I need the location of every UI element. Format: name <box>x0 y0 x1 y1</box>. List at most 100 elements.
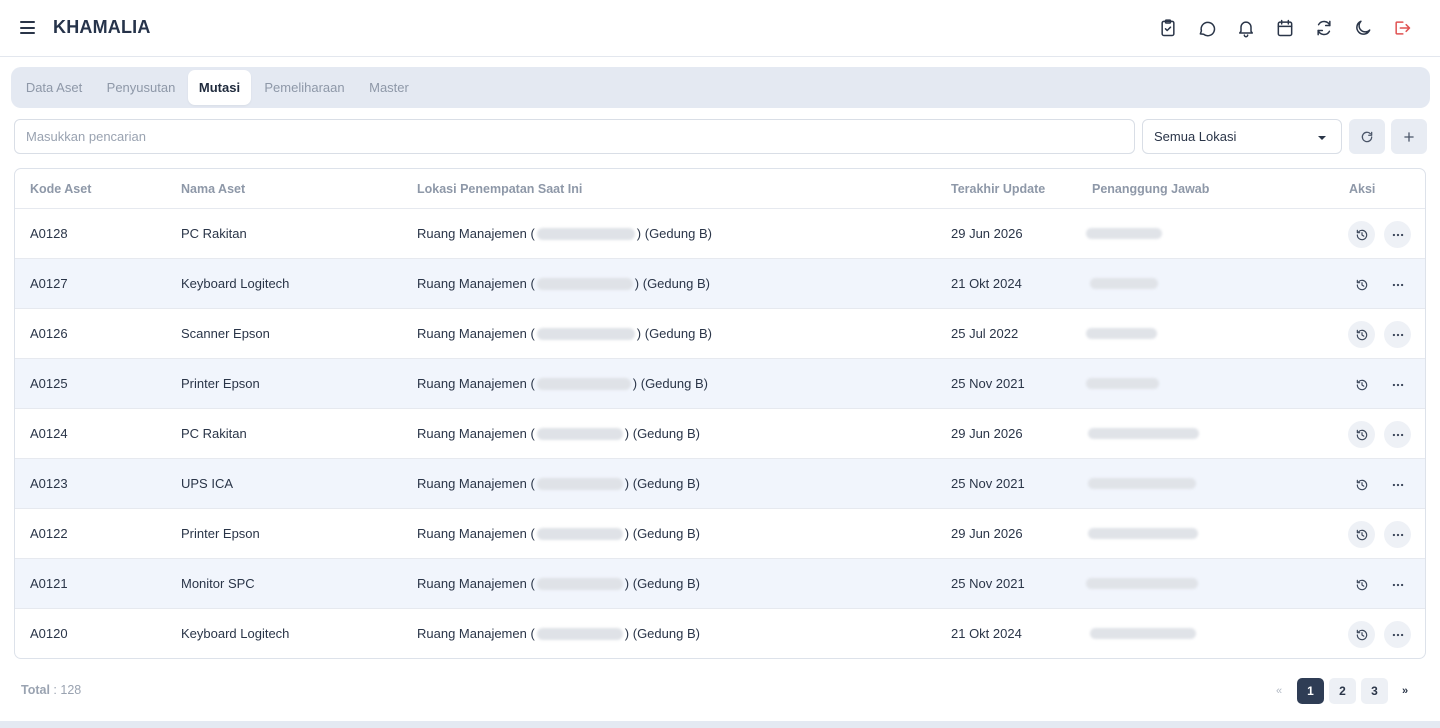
moon-icon[interactable] <box>1353 16 1373 40</box>
header-aksi: Aksi <box>1349 182 1376 196</box>
lokasi-prefix: Ruang Manajemen ( <box>417 426 535 441</box>
more-actions-button[interactable] <box>1384 221 1411 248</box>
header-nama-aset[interactable]: Nama Aset <box>181 182 245 196</box>
total-value: : 128 <box>53 683 82 697</box>
lokasi-prefix: Ruang Manajemen ( <box>417 276 535 291</box>
history-button[interactable] <box>1348 321 1375 348</box>
more-horizontal-icon <box>1391 628 1405 642</box>
refresh-icon[interactable] <box>1314 16 1334 40</box>
tab-pemeliharaan[interactable]: Pemeliharaan <box>254 70 355 105</box>
pagination-page-1[interactable]: 1 <box>1297 678 1324 704</box>
more-actions-button[interactable] <box>1384 371 1411 398</box>
more-horizontal-icon <box>1391 378 1405 392</box>
pagination-prev[interactable]: « <box>1269 678 1289 704</box>
add-button[interactable] <box>1391 119 1427 154</box>
history-button[interactable] <box>1348 471 1375 498</box>
header-terakhir-update[interactable]: Terakhir Update <box>951 182 1045 196</box>
history-button[interactable] <box>1348 371 1375 398</box>
redacted-penanggung-jawab <box>1088 528 1198 539</box>
cell-lokasi: Ruang Manajemen () (Gedung B) <box>417 476 700 491</box>
location-select-value: Semua Lokasi <box>1154 129 1237 144</box>
history-button[interactable] <box>1348 421 1375 448</box>
pagination-page-2[interactable]: 2 <box>1329 678 1356 704</box>
tab-mutasi[interactable]: Mutasi <box>188 70 251 105</box>
chat-bubble-icon[interactable] <box>1197 16 1217 40</box>
table-row[interactable]: A0128 PC Rakitan Ruang Manajemen () (Gedun… <box>15 209 1425 259</box>
history-button[interactable] <box>1348 621 1375 648</box>
cell-kode-aset: A0122 <box>30 526 68 541</box>
more-horizontal-icon <box>1391 578 1405 592</box>
logout-icon[interactable] <box>1392 16 1412 40</box>
redacted-penanggung-jawab <box>1086 228 1162 239</box>
redacted-text <box>536 327 635 340</box>
lokasi-suffix: ) (Gedung B) <box>624 426 700 441</box>
cell-nama-aset: PC Rakitan <box>181 426 247 441</box>
more-horizontal-icon <box>1391 228 1405 242</box>
history-button[interactable] <box>1348 521 1375 548</box>
top-bar: KHAMALIA <box>0 0 1440 57</box>
more-actions-button[interactable] <box>1384 571 1411 598</box>
redacted-text <box>536 577 623 590</box>
more-actions-button[interactable] <box>1384 321 1411 348</box>
redacted-text <box>536 527 623 540</box>
history-button[interactable] <box>1348 271 1375 298</box>
table-row[interactable]: A0126 Scanner Epson Ruang Manajemen () (Ge… <box>15 309 1425 359</box>
table-row[interactable]: A0127 Keyboard Logitech Ruang Manajemen ()… <box>15 259 1425 309</box>
cell-terakhir-update: 25 Nov 2021 <box>951 576 1025 591</box>
cell-lokasi: Ruang Manajemen ( ) (Gedung B) <box>417 426 700 441</box>
caret-down-icon <box>1318 136 1326 140</box>
redacted-penanggung-jawab <box>1090 628 1196 639</box>
table-row[interactable]: A0124 PC Rakitan Ruang Manajemen ( ) (Gedun… <box>15 409 1425 459</box>
cell-kode-aset: A0124 <box>30 426 68 441</box>
more-actions-button[interactable] <box>1384 471 1411 498</box>
more-horizontal-icon <box>1391 478 1405 492</box>
lokasi-prefix: Ruang Manajemen ( <box>417 576 535 591</box>
table-row[interactable]: A0122 Printer Epson Ruang Manajemen () (Ge… <box>15 509 1425 559</box>
bell-icon[interactable] <box>1236 16 1256 40</box>
pagination-next[interactable]: » <box>1395 678 1415 704</box>
hamburger-menu-icon[interactable] <box>20 21 35 34</box>
header-penanggung-jawab[interactable]: Penanggung Jawab <box>1092 182 1209 196</box>
lokasi-suffix: ) (Gedung B) <box>624 626 700 641</box>
cell-terakhir-update: 21 Okt 2024 <box>951 276 1022 291</box>
search-input[interactable] <box>14 119 1135 154</box>
asset-table: Kode Aset Nama Aset Lokasi Penempatan Sa… <box>14 168 1426 659</box>
refresh-button[interactable] <box>1349 119 1385 154</box>
cell-terakhir-update: 25 Nov 2021 <box>951 376 1025 391</box>
header-kode-aset[interactable]: Kode Aset <box>30 182 91 196</box>
clipboard-check-icon[interactable] <box>1158 16 1178 40</box>
lokasi-suffix: ) (Gedung B) <box>634 276 710 291</box>
more-actions-button[interactable] <box>1384 621 1411 648</box>
lokasi-prefix: Ruang Manajemen ( <box>417 376 535 391</box>
table-row[interactable]: A0120 Keyboard Logitech Ruang Manajemen ()… <box>15 609 1425 658</box>
cell-kode-aset: A0123 <box>30 476 68 491</box>
redacted-penanggung-jawab <box>1086 328 1157 339</box>
cell-lokasi: Ruang Manajemen () (Gedung B) <box>417 226 712 241</box>
table-row[interactable]: A0123 UPS ICA Ruang Manajemen () (Gedung B… <box>15 459 1425 509</box>
location-select[interactable]: Semua Lokasi <box>1142 119 1342 154</box>
history-button[interactable] <box>1348 571 1375 598</box>
lokasi-prefix: Ruang Manajemen ( <box>417 326 535 341</box>
table-row[interactable]: A0121 Monitor SPC Ruang Manajemen () (Gedu… <box>15 559 1425 609</box>
more-actions-button[interactable] <box>1384 271 1411 298</box>
cell-kode-aset: A0128 <box>30 226 68 241</box>
calendar-icon[interactable] <box>1275 16 1295 40</box>
header-lokasi[interactable]: Lokasi Penempatan Saat Ini <box>417 182 582 196</box>
redacted-penanggung-jawab <box>1088 478 1196 489</box>
tab-data-aset[interactable]: Data Aset <box>14 70 94 105</box>
more-actions-button[interactable] <box>1384 521 1411 548</box>
pagination-page-3[interactable]: 3 <box>1361 678 1388 704</box>
bottom-strip <box>0 721 1440 728</box>
cell-nama-aset: Keyboard Logitech <box>181 276 290 291</box>
tab-master[interactable]: Master <box>358 70 420 105</box>
tab-penyusutan[interactable]: Penyusutan <box>97 70 185 105</box>
cell-terakhir-update: 21 Okt 2024 <box>951 626 1022 641</box>
more-actions-button[interactable] <box>1384 421 1411 448</box>
lokasi-suffix: ) (Gedung B) <box>624 526 700 541</box>
cell-lokasi: Ruang Manajemen () (Gedung B) <box>417 626 700 641</box>
more-horizontal-icon <box>1391 428 1405 442</box>
history-button[interactable] <box>1348 221 1375 248</box>
more-horizontal-icon <box>1391 278 1405 292</box>
history-icon <box>1355 478 1369 492</box>
table-row[interactable]: A0125 Printer Epson Ruang Manajemen () (Ge… <box>15 359 1425 409</box>
